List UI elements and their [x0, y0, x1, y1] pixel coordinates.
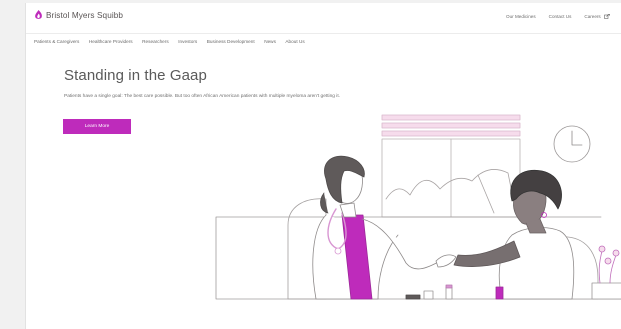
- desk-bottle: [495, 286, 504, 300]
- wall-clock: [553, 125, 591, 163]
- page-frame: Bristol Myers Squibb Our Medicines Conta…: [25, 3, 621, 329]
- doctor-patient-handshake-illustration: [215, 114, 621, 300]
- window-blinds: [381, 114, 521, 218]
